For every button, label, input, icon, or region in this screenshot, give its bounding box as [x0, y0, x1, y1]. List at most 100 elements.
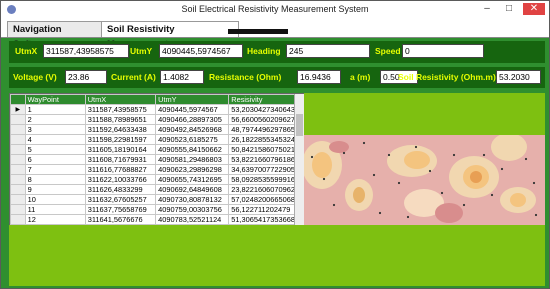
utmy-cell[interactable]: 4090492,84526968: [155, 124, 230, 135]
utmy-cell[interactable]: 4090655,74312695: [155, 174, 230, 185]
maximize-icon[interactable]: □: [501, 3, 517, 15]
map-bottom-band: [9, 225, 545, 286]
row-selector-icon[interactable]: [10, 134, 26, 145]
table-row[interactable]: 7 311616,77688827 4090623,29896298 34,63970…: [10, 164, 304, 175]
utmy-cell[interactable]: 4090555,84150662: [155, 144, 230, 155]
table-row[interactable]: 4 311598,22981597 4090523,6185275 26,182285…: [10, 134, 304, 145]
resistivity-cell[interactable]: 53,2030427340643: [228, 104, 304, 115]
resistance-field[interactable]: 16.9436: [297, 70, 341, 84]
table-row[interactable]: 8 311622,10033766 4090655,74312695 58,09285…: [10, 174, 304, 185]
resistivity-cell[interactable]: 51,3065417353668: [228, 214, 304, 225]
utmx-cell[interactable]: 311626,4833299: [84, 184, 157, 195]
row-selector-icon[interactable]: [10, 204, 26, 215]
resistivity-cell[interactable]: 23,8221606070962: [228, 184, 304, 195]
scrollbar-thumb[interactable]: [296, 114, 303, 136]
waypoint-cell[interactable]: 4: [24, 134, 86, 145]
resistivity-cell[interactable]: 58,0928535599916: [228, 174, 304, 185]
utmy-cell[interactable]: 4090523,6185275: [155, 134, 230, 145]
utmx-cell[interactable]: 311598,22981597: [84, 134, 157, 145]
resistivity-cell[interactable]: 26,1822855345324: [228, 134, 304, 145]
utmx-cell[interactable]: 311587,43958575: [84, 104, 157, 115]
utmx-cell[interactable]: 311637,75658769: [84, 204, 157, 215]
col-header-utmy[interactable]: UtmY: [155, 94, 230, 105]
waypoint-cell[interactable]: 11: [24, 204, 86, 215]
waypoint-cell[interactable]: 1: [24, 104, 86, 115]
waypoint-cell[interactable]: 8: [24, 174, 86, 185]
utmx-cell[interactable]: 311641,5676676: [84, 214, 157, 225]
utmx-field[interactable]: 311587,43958575: [43, 44, 129, 58]
row-selector-icon[interactable]: [10, 144, 26, 155]
heading-label: Heading: [247, 46, 281, 56]
utmx-cell[interactable]: 311616,77688827: [84, 164, 157, 175]
utmy-field[interactable]: 4090445,5974567: [159, 44, 243, 58]
app-window: Soil Electrical Resistivity Measurement …: [0, 0, 550, 289]
resistivity-cell[interactable]: 56,6600560209627: [228, 114, 304, 125]
position-panel: UtmX 311587,43958575 UtmY 4090445,597456…: [9, 41, 545, 63]
waypoint-cell[interactable]: 6: [24, 154, 86, 165]
table-row[interactable]: 11 311637,75658769 4090759,00303756 56,1227…: [10, 204, 304, 215]
minimize-icon[interactable]: –: [479, 3, 495, 15]
row-selector-icon[interactable]: [10, 154, 26, 165]
voltage-field[interactable]: 23.86: [65, 70, 107, 84]
title-bar: Soil Electrical Resistivity Measurement …: [1, 1, 549, 19]
resistivity-cell[interactable]: 56,122711202479: [228, 204, 304, 215]
resistivity-cell[interactable]: 57,0248200665068: [228, 194, 304, 205]
col-header-resistivity[interactable]: Resisivity: [228, 94, 304, 105]
table-row[interactable]: 10 311632,67605257 4090730,80878132 57,0248…: [10, 194, 304, 205]
row-selector-icon[interactable]: [10, 164, 26, 175]
tab-navigation-software[interactable]: Navigation Software: [7, 21, 106, 50]
utmx-cell[interactable]: 311622,10033766: [84, 174, 157, 185]
utmy-cell[interactable]: 4090623,29896298: [155, 164, 230, 175]
waypoint-cell[interactable]: 10: [24, 194, 86, 205]
waypoint-cell[interactable]: 3: [24, 124, 86, 135]
close-icon[interactable]: ✕: [523, 3, 545, 15]
utmx-cell[interactable]: 311592,64633438: [84, 124, 157, 135]
waypoint-cell[interactable]: 2: [24, 114, 86, 125]
row-selector-icon[interactable]: [10, 124, 26, 135]
row-selector-icon[interactable]: [10, 114, 26, 125]
waypoint-cell[interactable]: 12: [24, 214, 86, 225]
utmy-cell[interactable]: 4090692,64849608: [155, 184, 230, 195]
row-selector-icon[interactable]: ▶: [10, 104, 26, 115]
row-selector-header: [10, 94, 26, 105]
utmy-cell[interactable]: 4090759,00303756: [155, 204, 230, 215]
soil-resistivity-field[interactable]: 53.2030: [496, 70, 541, 84]
window-title: Soil Electrical Resistivity Measurement …: [181, 4, 369, 14]
utmy-cell[interactable]: 4090445,5974567: [155, 104, 230, 115]
waypoint-cell[interactable]: 7: [24, 164, 86, 175]
table-row[interactable]: 6 311608,71679931 4090581,29486803 53,82216…: [10, 154, 304, 165]
table-row[interactable]: 3 311592,64633438 4090492,84526968 48,79744…: [10, 124, 304, 135]
tab-divider: [228, 29, 288, 34]
utmy-cell[interactable]: 4090581,29486803: [155, 154, 230, 165]
resistivity-cell[interactable]: 48,7974496297865: [228, 124, 304, 135]
voltage-label: Voltage (V): [13, 72, 57, 82]
utmx-cell[interactable]: 311588,78989651: [84, 114, 157, 125]
table-row[interactable]: 2 311588,78989651 4090466,28897305 56,66005…: [10, 114, 304, 125]
row-selector-icon[interactable]: [10, 184, 26, 195]
row-selector-icon[interactable]: [10, 194, 26, 205]
speed-field[interactable]: 0: [402, 44, 484, 58]
resistivity-cell[interactable]: 50,8421586075021: [228, 144, 304, 155]
waypoint-cell[interactable]: 5: [24, 144, 86, 155]
window-controls: – □ ✕: [479, 3, 545, 15]
tab-soil-resistivity[interactable]: Soil Resistivity Measurement: [101, 21, 239, 50]
utmx-cell[interactable]: 311608,71679931: [84, 154, 157, 165]
utmx-cell[interactable]: 311605,18190164: [84, 144, 157, 155]
table-row[interactable]: 5 311605,18190164 4090555,84150662 50,84215…: [10, 144, 304, 155]
row-selector-icon[interactable]: [10, 214, 26, 225]
resistivity-cell[interactable]: 53,8221660796186: [228, 154, 304, 165]
table-row[interactable]: ▶ 1 311587,43958575 4090445,5974567 53,20304…: [10, 104, 304, 115]
heading-field[interactable]: 245: [286, 44, 370, 58]
utmy-cell[interactable]: 4090730,80878132: [155, 194, 230, 205]
resistivity-cell[interactable]: 34,6397007722905: [228, 164, 304, 175]
table-row[interactable]: 12 311641,5676676 4090783,52521124 51,30654…: [10, 214, 304, 225]
col-header-utmx[interactable]: UtmX: [84, 94, 157, 105]
waypoint-cell[interactable]: 9: [24, 184, 86, 195]
utmy-cell[interactable]: 4090466,28897305: [155, 114, 230, 125]
current-field[interactable]: 1.4082: [160, 70, 204, 84]
col-header-waypoint[interactable]: WayPoint: [24, 94, 86, 105]
table-row[interactable]: 9 311626,4833299 4090692,64849608 23,822160…: [10, 184, 304, 195]
utmy-cell[interactable]: 4090783,52521124: [155, 214, 230, 225]
row-selector-icon[interactable]: [10, 174, 26, 185]
utmx-cell[interactable]: 311632,67605257: [84, 194, 157, 205]
